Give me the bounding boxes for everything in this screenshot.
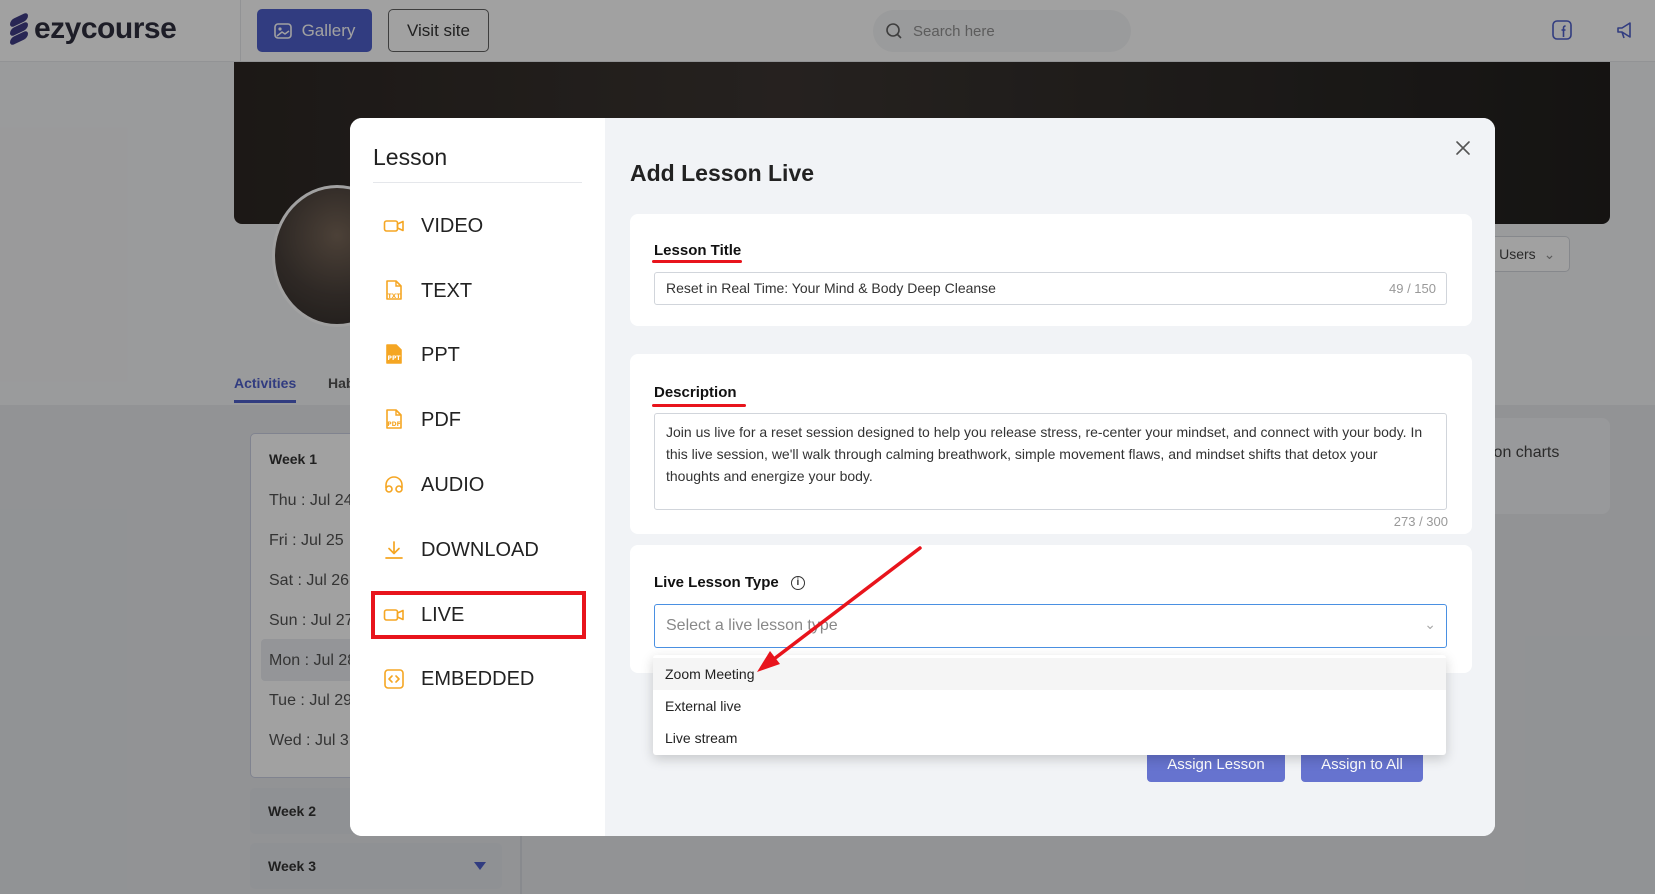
menu-item-label: TEXT [421, 279, 473, 302]
sidebar-heading: Lesson [373, 144, 448, 170]
description-textarea[interactable]: Join us live for a reset session designe… [654, 413, 1447, 510]
chevron-down-icon: ⌄ [1424, 616, 1436, 632]
menu-item-audio[interactable]: AUDIO [373, 464, 583, 506]
divider [373, 182, 582, 183]
highlight-box [371, 591, 586, 639]
description-value: Join us live for a reset session designe… [666, 424, 1423, 484]
option-live-stream[interactable]: Live stream [653, 722, 1446, 754]
lesson-title-value: Reset in Real Time: Your Mind & Body Dee… [666, 280, 996, 296]
assign-to-all-label: Assign to All [1321, 755, 1403, 773]
menu-item-label: DOWNLOAD [421, 538, 539, 561]
ppt-file-icon: PPT [386, 344, 402, 364]
lesson-title-input[interactable]: Reset in Real Time: Your Mind & Body Dee… [654, 272, 1447, 305]
assign-lesson-label: Assign Lesson [1167, 755, 1265, 773]
lesson-title-label: Lesson Title [654, 242, 742, 259]
option-label: Live stream [665, 730, 738, 746]
description-label: Description [654, 384, 737, 401]
menu-item-label: PPT [421, 343, 460, 366]
description-card: Description Join us live for a reset ses… [630, 354, 1472, 534]
info-icon[interactable]: i [790, 576, 805, 591]
annotation-underline [652, 260, 742, 263]
download-icon [385, 541, 403, 559]
audio-icon [385, 476, 403, 493]
live-type-card: Live Lesson Type i Select a live lesson … [630, 545, 1472, 673]
svg-text:TXT: TXT [388, 293, 402, 300]
lesson-title-counter: 49 / 150 [1389, 281, 1436, 296]
video-icon [383, 220, 404, 232]
menu-item-video[interactable]: VIDEO [373, 205, 583, 247]
live-type-placeholder: Select a live lesson type [666, 617, 838, 634]
annotation-underline [652, 404, 746, 407]
option-label: Zoom Meeting [665, 666, 755, 682]
menu-item-ppt[interactable]: PPT PPT [373, 334, 583, 376]
live-type-label-row: Live Lesson Type i [654, 574, 805, 591]
lesson-type-sidebar: Lesson VIDEO TXT TEXT PPT PPT PDF PDF AU… [350, 118, 605, 836]
menu-item-download[interactable]: DOWNLOAD [373, 529, 583, 571]
pdf-file-icon: PDF [386, 409, 402, 429]
txt-file-icon: TXT [386, 280, 402, 300]
menu-item-label: AUDIO [421, 473, 485, 496]
modal-title: Add Lesson Live [630, 160, 815, 186]
option-external-live[interactable]: External live [653, 690, 1446, 722]
option-label: External live [665, 698, 742, 714]
svg-text:PDF: PDF [387, 421, 400, 428]
svg-text:PPT: PPT [388, 355, 402, 362]
live-type-label: Live Lesson Type [654, 574, 779, 591]
menu-item-pdf[interactable]: PDF PDF [373, 399, 583, 441]
live-type-dropdown-menu: Zoom Meeting External live Live stream [653, 655, 1446, 755]
menu-item-label: VIDEO [421, 214, 484, 237]
embed-code-icon [384, 669, 404, 689]
live-type-select[interactable]: Select a live lesson type ⌄ [654, 604, 1447, 648]
menu-item-text[interactable]: TXT TEXT [373, 270, 583, 312]
option-zoom-meeting[interactable]: Zoom Meeting [653, 658, 1446, 690]
description-counter: 273 / 300 [1393, 514, 1448, 529]
menu-item-embedded[interactable]: EMBEDDED [373, 658, 583, 700]
close-icon[interactable] [1453, 138, 1473, 158]
menu-item-label: EMBEDDED [421, 667, 535, 690]
menu-item-label: PDF [421, 408, 461, 431]
lesson-title-card: Lesson Title Reset in Real Time: Your Mi… [630, 214, 1472, 326]
